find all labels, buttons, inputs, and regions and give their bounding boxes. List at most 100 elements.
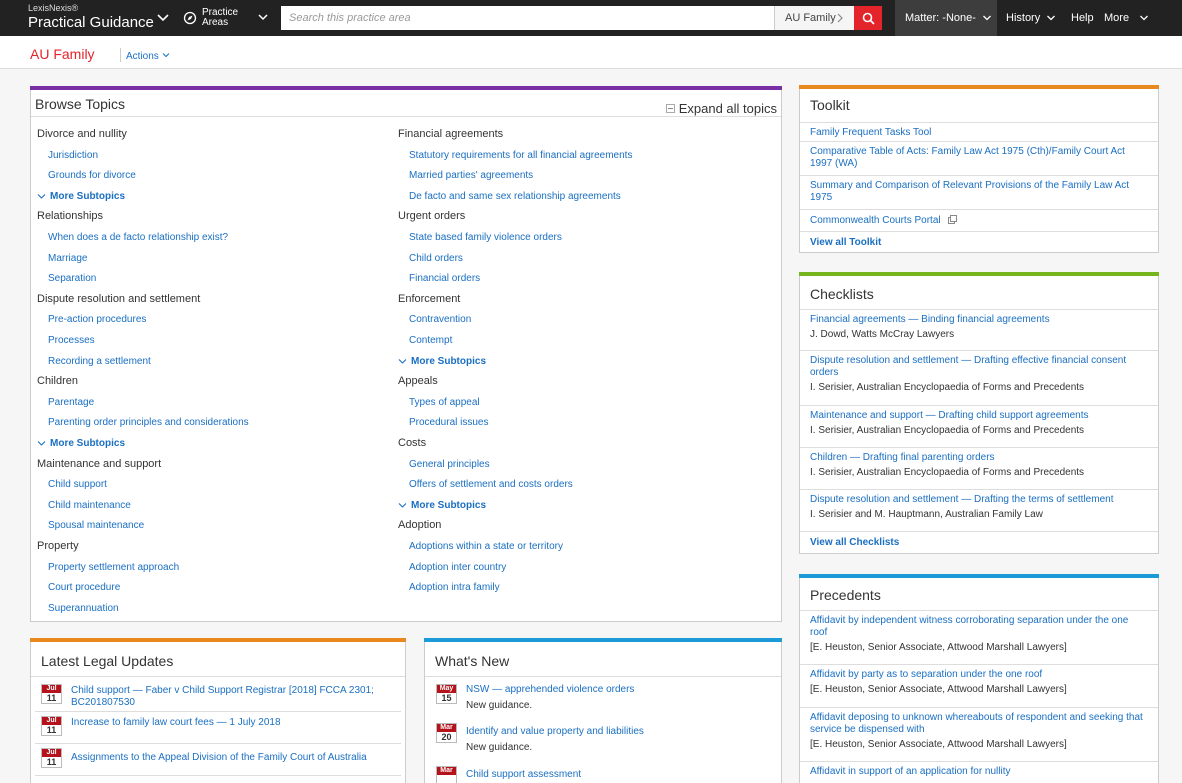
search-scope-label: AU Family — [785, 12, 836, 24]
matter-selector[interactable]: Matter: -None- — [895, 0, 997, 36]
view-all-checklists-link[interactable]: View all Checklists — [810, 537, 899, 548]
legal-update-link[interactable]: Increase to family law court fees — 1 Ju… — [71, 717, 391, 729]
list-item[interactable]: Comparative Table of Acts: Family Law Ac… — [800, 142, 1158, 176]
checklist-link[interactable]: Children — Drafting final parenting orde… — [810, 452, 1148, 464]
chevron-down-icon — [982, 15, 991, 21]
subtopic-link[interactable]: General principles — [409, 459, 490, 470]
more-subtopics-button[interactable]: More Subtopics — [398, 356, 486, 367]
subtopic-link[interactable]: Adoptions within a state or territory — [409, 541, 563, 552]
list-item[interactable]: View all Toolkit — [800, 232, 1158, 253]
whats-new-link[interactable]: Identify and value property and liabilit… — [466, 726, 766, 738]
whats-new-link[interactable]: Child support assessment — [466, 769, 766, 781]
list-item[interactable]: Maintenance and support — Drafting child… — [800, 406, 1158, 448]
subtopic-link[interactable]: Contempt — [409, 335, 452, 346]
toolkit-link[interactable]: Comparative Table of Acts: Family Law Ac… — [810, 146, 1148, 170]
chevron-right-icon — [837, 13, 843, 23]
topic-category: Divorce and nullity — [37, 128, 127, 140]
brand-company: LexisNexis® — [28, 3, 79, 13]
more-subtopics-label: More Subtopics — [50, 438, 126, 449]
practice-areas-menu[interactable]: Practice Areas — [183, 6, 268, 30]
list-item[interactable]: Financial agreements — Binding financial… — [800, 310, 1158, 351]
checklist-author: I. Serisier, Australian Encyclopaedia of… — [810, 382, 1085, 393]
subtopic-link[interactable]: Separation — [48, 273, 96, 284]
subtopic-link[interactable]: Contravention — [409, 314, 471, 325]
subtopic-link[interactable]: De facto and same sex relationship agree… — [409, 191, 621, 202]
precedent-link[interactable]: Affidavit by independent witness corrobo… — [810, 615, 1148, 639]
search-input[interactable] — [281, 6, 774, 30]
subtopic-link[interactable]: Parentage — [48, 397, 94, 408]
view-all-toolkit-link[interactable]: View all Toolkit — [810, 237, 881, 248]
subtopic-link[interactable]: Procedural issues — [409, 417, 488, 428]
list-item[interactable]: Family Frequent Tasks Tool — [800, 123, 1158, 142]
subtopic-link[interactable]: Parenting order principles and considera… — [48, 417, 249, 428]
divider — [425, 676, 781, 677]
subtopic-link[interactable]: Child support — [48, 479, 107, 490]
toolkit-link[interactable]: Commonwealth Courts Portal — [810, 215, 941, 226]
history-menu[interactable]: History — [1006, 0, 1056, 36]
toolkit-link[interactable]: Family Frequent Tasks Tool — [810, 127, 1148, 139]
topic-category: Property — [37, 540, 79, 552]
subtopic-link[interactable]: Types of appeal — [409, 397, 480, 408]
chevron-down-icon[interactable] — [156, 11, 170, 25]
subtopic-link[interactable]: Offers of settlement and costs orders — [409, 479, 573, 490]
subtopic-link[interactable]: Pre-action procedures — [48, 314, 146, 325]
subtopic-link[interactable]: Child maintenance — [48, 500, 131, 511]
subtopic-link[interactable]: Adoption inter country — [409, 562, 506, 573]
legal-update-link[interactable]: Child support — Faber v Child Support Re… — [71, 685, 391, 709]
subtopic-link[interactable]: Property settlement approach — [48, 562, 179, 573]
list-item[interactable]: Affidavit by independent witness corrobo… — [800, 611, 1158, 665]
browse-topics-panel: Browse Topics Expand all topics Divorce … — [30, 86, 782, 622]
list-item[interactable]: Dispute resolution and settlement — Draf… — [800, 351, 1158, 406]
subtopic-link[interactable]: Marriage — [48, 253, 87, 264]
subtopic-link[interactable]: Superannuation — [48, 603, 119, 614]
actions-menu[interactable]: Actions — [126, 51, 170, 62]
list-item[interactable]: Affidavit by party as to separation unde… — [800, 665, 1158, 708]
subtopic-link[interactable]: Child orders — [409, 253, 463, 264]
whats-new-panel: What's New May 15 NSW — apprehended viol… — [424, 638, 782, 783]
whats-new-note: New guidance. — [466, 742, 533, 753]
precedent-link[interactable]: Affidavit deposing to unknown whereabout… — [810, 712, 1148, 736]
more-subtopics-button[interactable]: More Subtopics — [37, 438, 125, 449]
subtopic-link[interactable]: Grounds for divorce — [48, 170, 136, 181]
subtopic-link[interactable]: Recording a settlement — [48, 356, 151, 367]
checklist-link[interactable]: Financial agreements — Binding financial… — [810, 314, 1148, 326]
date-month: Mar — [437, 767, 456, 775]
list-item[interactable]: Summary and Comparison of Relevant Provi… — [800, 176, 1158, 210]
subtopic-link[interactable]: Financial orders — [409, 273, 480, 284]
subtopic-link[interactable]: Spousal maintenance — [48, 520, 144, 531]
more-subtopics-button[interactable]: More Subtopics — [398, 500, 486, 511]
more-menu[interactable]: More — [1104, 0, 1149, 36]
brand-logo[interactable]: LexisNexis® Practical Guidance — [28, 3, 154, 32]
precedent-link[interactable]: Affidavit in support of an application f… — [810, 766, 1148, 778]
subtopic-link[interactable]: Jurisdiction — [48, 150, 98, 161]
subtopic-link[interactable]: Married parties' agreements — [409, 170, 533, 181]
toolkit-link[interactable]: Summary and Comparison of Relevant Provi… — [810, 180, 1148, 204]
whats-new-link[interactable]: NSW — apprehended violence orders — [466, 684, 766, 696]
subtopic-link[interactable]: State based family violence orders — [409, 232, 562, 243]
precedent-link[interactable]: Affidavit by party as to separation unde… — [810, 669, 1148, 681]
subtopic-link[interactable]: Statutory requirements for all financial… — [409, 150, 632, 161]
topic-category: Urgent orders — [398, 210, 466, 223]
help-link[interactable]: Help — [1071, 0, 1094, 36]
search-icon — [862, 12, 875, 25]
subtopic-link[interactable]: Adoption intra family — [409, 582, 500, 593]
subtopic-link[interactable]: When does a de facto relationship exist? — [48, 232, 228, 243]
search-scope-selector[interactable]: AU Family — [774, 6, 854, 30]
checklist-link[interactable]: Maintenance and support — Drafting child… — [810, 410, 1148, 422]
expand-all-topics-button[interactable]: Expand all topics — [665, 101, 777, 116]
search-button[interactable] — [854, 6, 882, 30]
subtopic-link[interactable]: Processes — [48, 335, 95, 346]
list-item[interactable]: Affidavit deposing to unknown whereabout… — [800, 708, 1158, 762]
topic-category: Maintenance and support — [37, 457, 162, 470]
checklist-link[interactable]: Dispute resolution and settlement — Draf… — [810, 355, 1148, 379]
list-item[interactable]: Affidavit in support of an application f… — [800, 762, 1158, 783]
checklist-link[interactable]: Dispute resolution and settlement — Draf… — [810, 494, 1148, 506]
list-item[interactable]: Children — Drafting final parenting orde… — [800, 448, 1158, 490]
list-item[interactable]: Dispute resolution and settlement — Draf… — [800, 490, 1158, 532]
subtopic-link[interactable]: Court procedure — [48, 582, 120, 593]
brand-product: Practical Guidance — [28, 14, 154, 31]
legal-update-link[interactable]: Assignments to the Appeal Division of th… — [71, 752, 401, 764]
list-item[interactable]: Commonwealth Courts Portal — [800, 210, 1158, 232]
list-item[interactable]: View all Checklists — [800, 532, 1158, 554]
more-subtopics-button[interactable]: More Subtopics — [37, 191, 125, 202]
